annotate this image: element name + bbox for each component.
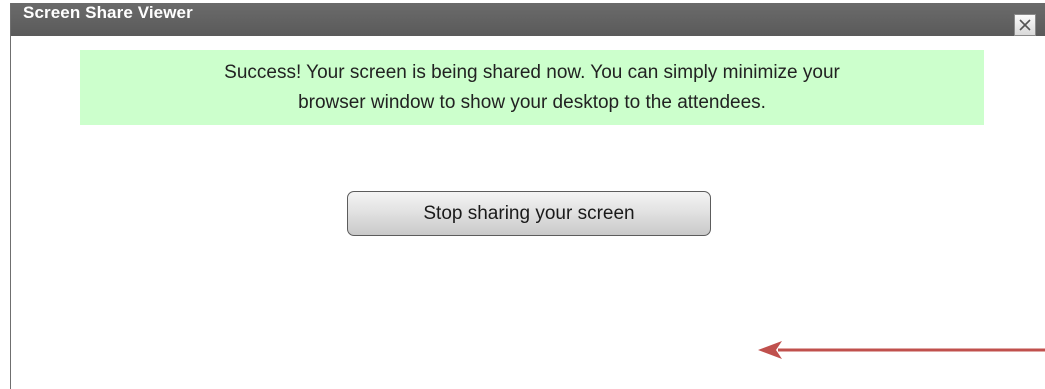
close-button[interactable] (1014, 14, 1036, 36)
success-message-line-1: Success! Your screen is being shared now… (224, 62, 840, 83)
dialog-titlebar[interactable]: Screen Share Viewer (11, 3, 1045, 36)
screen-share-viewer-dialog: Screen Share Viewer Success! Your screen… (10, 3, 1045, 389)
arrow-left-icon (758, 341, 1045, 359)
close-icon (1019, 19, 1031, 31)
success-message-line-2: browser window to show your desktop to t… (298, 92, 766, 113)
dialog-content: Success! Your screen is being shared now… (11, 36, 1045, 389)
stop-sharing-button[interactable]: Stop sharing your screen (347, 191, 711, 236)
success-message: Success! Your screen is being shared now… (80, 50, 984, 125)
dialog-title: Screen Share Viewer (23, 3, 193, 22)
